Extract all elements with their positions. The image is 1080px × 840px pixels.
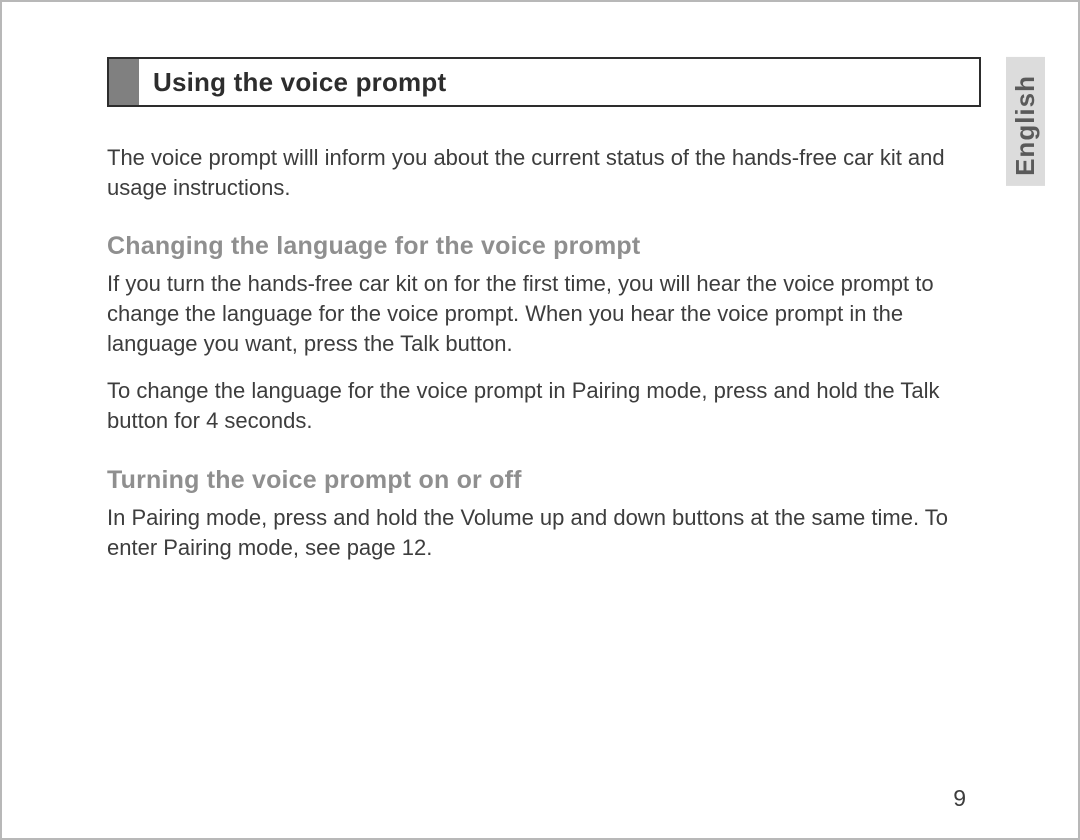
paragraph: If you turn the hands-free car kit on fo… (107, 269, 977, 358)
manual-page: Using the voice prompt The voice prompt … (0, 0, 1080, 840)
paragraph: In Pairing mode, press and hold the Volu… (107, 503, 977, 562)
page-number: 9 (953, 785, 966, 812)
subheading-toggle-voice-prompt: Turning the voice prompt on or off (107, 466, 973, 495)
paragraph: To change the language for the voice pro… (107, 376, 977, 435)
language-tab: English (1006, 57, 1045, 186)
subheading-change-language: Changing the language for the voice prom… (107, 232, 973, 261)
intro-paragraph: The voice prompt willl inform you about … (107, 143, 977, 202)
section-header-tab (109, 59, 139, 105)
section-title: Using the voice prompt (139, 59, 446, 105)
section-header: Using the voice prompt (107, 57, 981, 107)
